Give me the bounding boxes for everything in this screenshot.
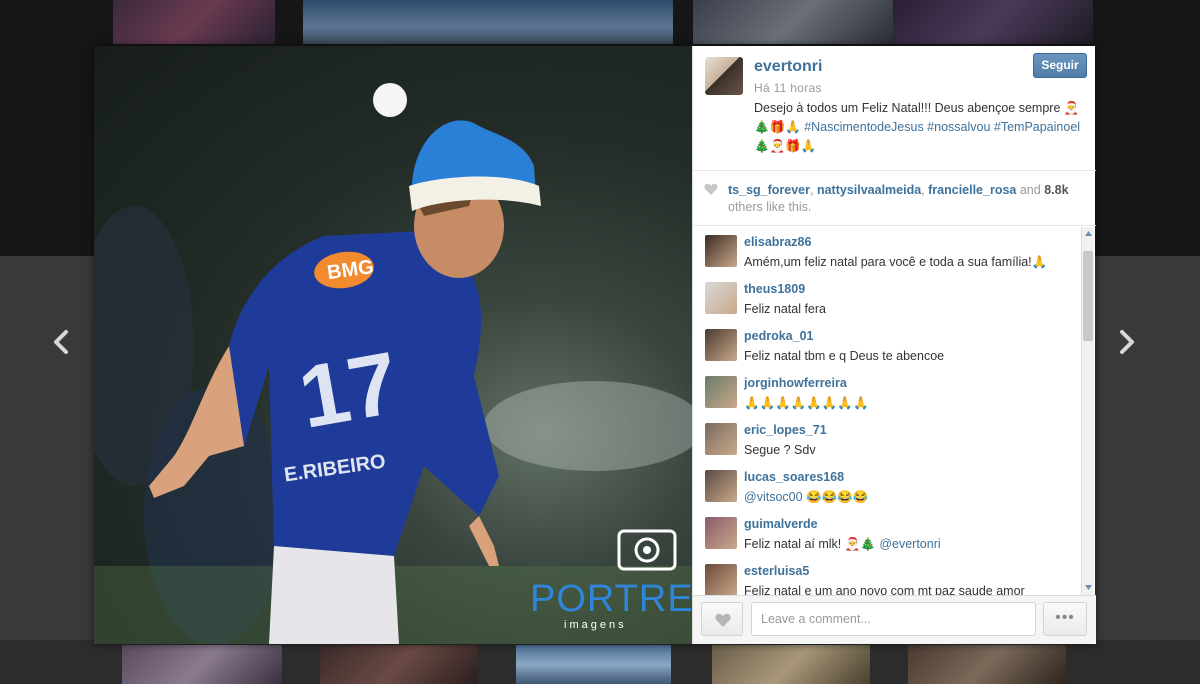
chevron-left-icon	[54, 330, 68, 354]
follow-button[interactable]: Seguir	[1033, 53, 1087, 78]
comment-body: Feliz natal aí mlk! 🎅🎄	[744, 537, 880, 551]
background-thumbnail[interactable]	[712, 645, 870, 684]
liker-username[interactable]: nattysilvaalmeida	[817, 183, 921, 197]
commenter-username[interactable]: elisabraz86	[744, 235, 811, 249]
background-thumbnail[interactable]	[122, 645, 282, 684]
scroll-down-icon[interactable]	[1083, 581, 1094, 593]
background-thumbnail[interactable]	[113, 0, 275, 44]
heart-icon	[715, 613, 731, 627]
comments-list[interactable]: elisabraz86 Amém,um feliz natal para voc…	[693, 227, 1096, 595]
comment-item: elisabraz86 Amém,um feliz natal para voc…	[693, 227, 1078, 274]
commenter-avatar[interactable]	[705, 564, 737, 595]
comment-footer: •••	[693, 595, 1096, 644]
comment-text: Segue ? Sdv	[744, 443, 816, 457]
comments-scrollbar[interactable]	[1081, 227, 1094, 595]
commenter-username[interactable]: lucas_soares168	[744, 470, 844, 484]
comment-text: Feliz natal e um ano novo com mt paz sau…	[744, 584, 1025, 595]
background-thumbnail[interactable]	[893, 0, 1093, 44]
like-button[interactable]	[701, 602, 743, 636]
likes-and: and	[1016, 183, 1041, 197]
background-thumbnail[interactable]	[693, 0, 893, 44]
commenter-username[interactable]: pedroka_01	[744, 329, 813, 343]
commenter-username[interactable]: eric_lopes_71	[744, 423, 827, 437]
post-caption: Desejo à todos um Feliz Natal!!! Deus ab…	[754, 99, 1094, 156]
comment-item: jorginhowferreira 🙏🙏🙏🙏🙏🙏🙏🙏	[693, 368, 1078, 415]
caption-hashtags[interactable]: #NascimentodeJesus #nossalvou #TemPapain…	[804, 120, 1080, 134]
post-sidebar: evertonri Há 11 horas Seguir Desejo à to…	[692, 46, 1096, 644]
comment-item: lucas_soares168 @vitsoc00 😂😂😂😂	[693, 462, 1078, 509]
liker-username[interactable]: francielle_rosa	[928, 183, 1016, 197]
commenter-avatar[interactable]	[705, 235, 737, 267]
comment-mention[interactable]: @evertonri	[879, 537, 940, 551]
comment-text: Feliz natal tbm e q Deus te abencoe	[744, 349, 945, 363]
commenter-username[interactable]: guimalverde	[744, 517, 818, 531]
comment-item: eric_lopes_71 Segue ? Sdv	[693, 415, 1078, 462]
background-thumbnail[interactable]	[303, 0, 673, 44]
comment-text: Feliz natal fera	[744, 302, 826, 316]
comment-item: guimalverde Feliz natal aí mlk! 🎅🎄 @ever…	[693, 509, 1078, 556]
commenter-username[interactable]: jorginhowferreira	[744, 376, 847, 390]
background-thumbnail[interactable]	[516, 645, 671, 684]
comment-item: theus1809 Feliz natal fera	[693, 274, 1078, 321]
commenter-avatar[interactable]	[705, 376, 737, 408]
owner-avatar[interactable]	[705, 57, 743, 95]
background-thumbnail[interactable]	[320, 645, 478, 684]
comment-text: Amém,um feliz natal para você e toda a s…	[744, 255, 1048, 269]
comment-text: Feliz natal aí mlk! 🎅🎄 @evertonri	[744, 537, 1074, 552]
likes-count[interactable]: 8.8k	[1044, 183, 1068, 197]
background-thumbnail[interactable]	[908, 645, 1066, 684]
previous-photo-button[interactable]	[44, 322, 78, 362]
comment-mention[interactable]: @vitsoc00	[744, 490, 803, 504]
caption-emoji: 🎄🎅🎁🙏	[754, 139, 817, 153]
comment-item: esterluisa5 Feliz natal e um ano novo co…	[693, 556, 1078, 595]
jersey-number: 17	[292, 332, 406, 446]
liker-username[interactable]: ts_sg_forever	[728, 183, 810, 197]
commenter-avatar[interactable]	[705, 517, 737, 549]
likes-tail: others like this.	[728, 200, 812, 214]
post-header: evertonri Há 11 horas Seguir Desejo à to…	[693, 46, 1096, 170]
scroll-up-icon[interactable]	[1083, 228, 1094, 240]
likes-summary: ts_sg_forever, nattysilvaalmeida, franci…	[728, 183, 1069, 214]
commenter-avatar[interactable]	[705, 282, 737, 314]
commenter-avatar[interactable]	[705, 470, 737, 502]
watermark-subtitle: imagens	[564, 619, 627, 631]
likes-section: ts_sg_forever, nattysilvaalmeida, franci…	[693, 170, 1096, 226]
owner-username[interactable]: evertonri	[754, 58, 822, 76]
commenter-avatar[interactable]	[705, 329, 737, 361]
post-timestamp: Há 11 horas	[754, 81, 822, 95]
commenter-avatar[interactable]	[705, 423, 737, 455]
photo-illustration: BMG 17 E.RIBEIRO PORTRE imagens	[94, 46, 692, 644]
more-options-button[interactable]: •••	[1043, 602, 1087, 636]
commenter-username[interactable]: theus1809	[744, 282, 805, 296]
next-photo-button[interactable]	[1110, 322, 1144, 362]
commenter-username[interactable]: esterluisa5	[744, 564, 809, 578]
comment-text: 🙏🙏🙏🙏🙏🙏🙏🙏	[744, 396, 869, 410]
chevron-right-icon	[1120, 330, 1134, 354]
caption-text: Desejo à todos um Feliz Natal!!! Deus ab…	[754, 101, 1064, 115]
photo-modal: BMG 17 E.RIBEIRO PORTRE imagens evertonr…	[94, 46, 1096, 644]
comment-body: 😂😂😂😂	[802, 490, 869, 504]
post-photo[interactable]: BMG 17 E.RIBEIRO PORTRE imagens	[94, 46, 692, 644]
comment-item: pedroka_01 Feliz natal tbm e q Deus te a…	[693, 321, 1078, 368]
heart-icon	[704, 183, 718, 195]
comment-input[interactable]	[751, 602, 1036, 636]
comment-text: @vitsoc00 😂😂😂😂	[744, 490, 1074, 505]
scrollbar-thumb[interactable]	[1083, 251, 1093, 341]
watermark-brand: PORTRE	[530, 578, 692, 620]
